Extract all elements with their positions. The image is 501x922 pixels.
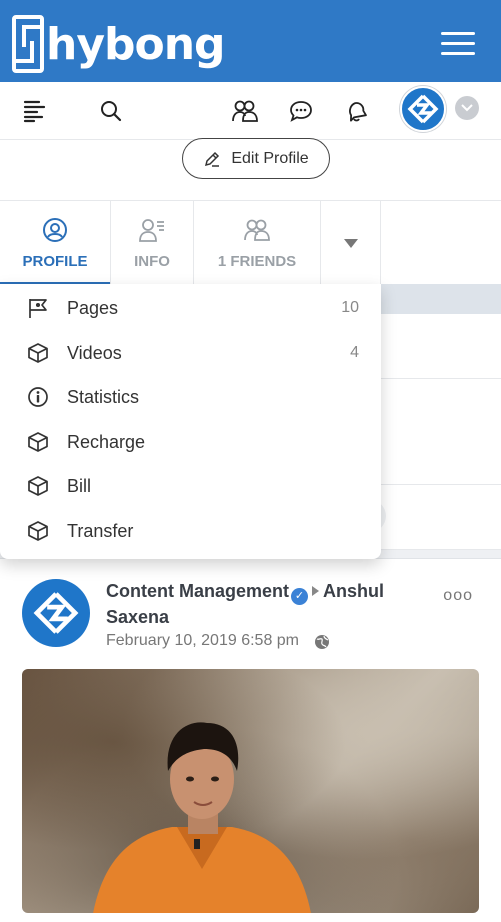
brand-logo[interactable]: hybong	[12, 14, 226, 74]
tab-friends[interactable]: 1 FRIENDS	[194, 201, 321, 285]
globe-icon	[315, 635, 329, 649]
post-author-name[interactable]: Content Management	[106, 581, 289, 601]
user-avatar[interactable]	[400, 86, 446, 132]
account-dropdown-icon[interactable]	[455, 96, 479, 120]
tab-label: PROFILE	[22, 252, 88, 270]
menu-item-transfer[interactable]: Transfer	[0, 509, 381, 553]
menu-item-label: Statistics	[67, 386, 140, 407]
menu-item-label: Transfer	[67, 520, 134, 541]
tab-label: 1 FRIENDS	[217, 252, 297, 270]
menu-item-recharge[interactable]: Recharge	[0, 420, 381, 464]
flag-icon	[26, 296, 50, 320]
menu-item-label: Videos	[67, 342, 122, 363]
cube-icon	[26, 519, 50, 543]
profile-tabs: PROFILE INFO 1 FRIENDS	[0, 200, 501, 285]
pencil-icon	[205, 151, 220, 167]
menu-item-count: 4	[350, 344, 359, 361]
user-circle-icon	[43, 217, 67, 242]
menu-item-statistics[interactable]: Statistics	[0, 375, 381, 419]
search-icon[interactable]	[96, 96, 126, 126]
post-options-button[interactable]: ooo	[443, 587, 473, 605]
friends-icon	[244, 219, 270, 241]
tab-more[interactable]	[321, 201, 381, 285]
menu-item-bill[interactable]: Bill	[0, 464, 381, 508]
edit-profile-button[interactable]: Edit Profile	[182, 138, 330, 179]
user-info-icon	[139, 218, 164, 242]
caret-down-icon	[343, 238, 358, 248]
menu-icon[interactable]	[441, 32, 475, 55]
notifications-icon[interactable]	[342, 96, 372, 126]
menu-item-label: Pages	[67, 297, 119, 318]
menu-item-label: Recharge	[67, 431, 146, 452]
more-dropdown-menu: Pages 10 Videos 4 Statistics Recharge Bi…	[0, 284, 381, 559]
verified-icon: ✓	[291, 587, 309, 605]
tab-profile[interactable]: PROFILE	[0, 201, 111, 285]
post-card: Content Management ✓ Anshul Saxena Februar…	[0, 558, 501, 922]
brand-header: hybong	[0, 0, 501, 82]
brand-name: hybong	[46, 18, 226, 70]
post-video-thumbnail[interactable]	[22, 669, 479, 913]
edit-profile-label: Edit Profile	[231, 149, 309, 167]
cube-icon	[26, 341, 50, 365]
tab-info[interactable]: INFO	[111, 201, 194, 285]
messages-icon[interactable]	[286, 96, 316, 126]
cube-icon	[26, 430, 50, 454]
post-date[interactable]: February 10, 2019 6:58 pm	[106, 632, 299, 650]
arrow-right-icon	[312, 586, 320, 597]
info-icon	[26, 385, 50, 409]
post-author-avatar[interactable]	[22, 579, 90, 647]
menu-item-videos[interactable]: Videos 4	[0, 331, 381, 375]
sidebar-toggle-icon[interactable]	[20, 96, 50, 126]
menu-item-count: 10	[341, 299, 359, 316]
cube-icon	[26, 474, 50, 498]
tab-label: INFO	[134, 252, 170, 270]
menu-item-label: Bill	[67, 475, 92, 496]
logo-mark	[12, 15, 44, 73]
friends-icon[interactable]	[230, 96, 260, 126]
video-person-image	[93, 722, 311, 913]
menu-item-pages[interactable]: Pages 10	[0, 286, 381, 330]
post-author-line: Content Management ✓ Anshul Saxena	[106, 579, 436, 629]
